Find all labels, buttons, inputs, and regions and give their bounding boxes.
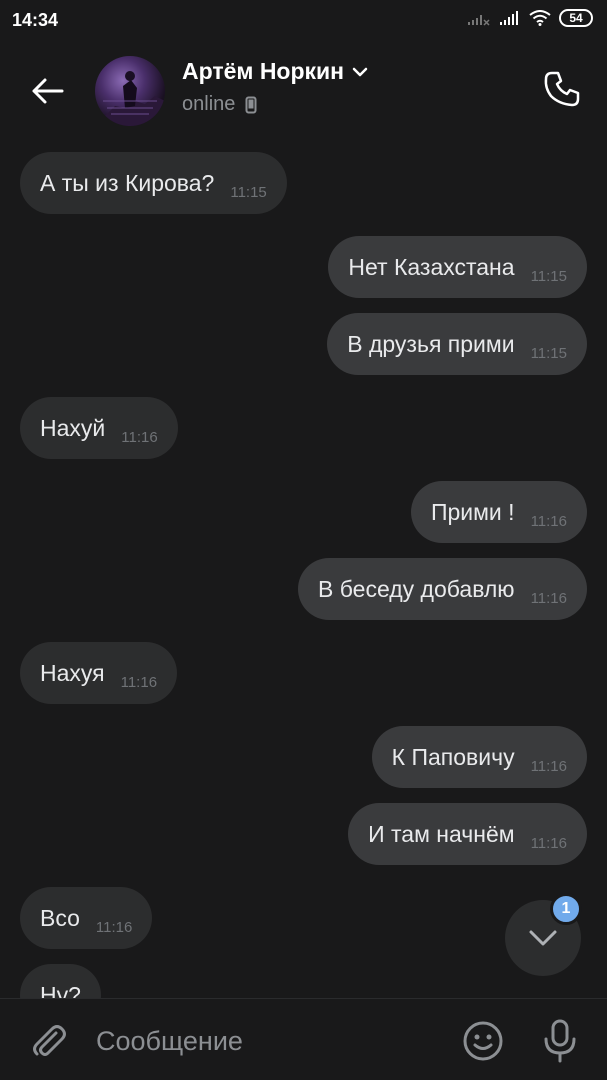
message-text: И там начнём xyxy=(368,820,515,847)
message-text: В беседу добавлю xyxy=(318,575,515,602)
back-arrow-icon xyxy=(32,78,64,104)
message-text: В друзья прими xyxy=(347,330,515,357)
call-button[interactable] xyxy=(539,66,585,112)
message-text: А ты из Кирова? xyxy=(40,169,215,196)
message-time: 11:16 xyxy=(530,589,567,607)
contact-name: Артём Норкин xyxy=(182,58,345,84)
wifi-icon xyxy=(529,10,551,26)
message-time: 11:16 xyxy=(121,428,158,446)
message-time: 11:16 xyxy=(530,834,567,852)
attach-button[interactable] xyxy=(26,1019,70,1063)
message-text: Нахуй xyxy=(40,414,106,441)
message-bubble[interactable]: Нет Казахстана 11:15 xyxy=(328,236,587,298)
message-composer xyxy=(0,998,607,1080)
mobile-device-icon xyxy=(245,96,257,113)
chevron-down-icon xyxy=(352,67,368,76)
contact-status-row: online xyxy=(182,93,257,116)
signal-off-icon xyxy=(468,15,490,26)
unread-badge: 1 xyxy=(550,893,582,925)
avatar[interactable] xyxy=(95,56,165,126)
chat-header: Артём Норкин online xyxy=(0,40,607,140)
paperclip-icon xyxy=(33,1025,66,1056)
message-time: 11:15 xyxy=(530,344,567,362)
phone-icon xyxy=(544,71,580,107)
microphone-icon xyxy=(544,1019,576,1063)
message-bubble[interactable]: В беседу добавлю 11:16 xyxy=(298,558,587,620)
back-button[interactable] xyxy=(24,68,70,114)
message-bubble[interactable]: В друзья прими 11:15 xyxy=(327,313,587,375)
message-bubble[interactable]: А ты из Кирова? 11:15 xyxy=(20,152,287,214)
message-text: Нет Казахстана xyxy=(348,253,515,280)
message-text: Ну? xyxy=(40,982,81,998)
message-time: 11:16 xyxy=(95,918,133,936)
chevron-down-icon xyxy=(529,930,557,946)
message-text: К Паповичу xyxy=(391,743,515,770)
avatar-image xyxy=(95,71,165,126)
message-bubble[interactable]: Прими ! 11:16 xyxy=(410,481,587,543)
contact-name-button[interactable]: Артём Норкин xyxy=(182,58,368,85)
message-bubble[interactable]: Всо 11:16 xyxy=(20,887,153,949)
message-time: 11:15 xyxy=(230,183,267,201)
emoji-button[interactable] xyxy=(460,1018,506,1064)
message-bubble[interactable]: И там начнём 11:16 xyxy=(348,803,587,865)
status-icons: 54 xyxy=(467,9,593,27)
message-bubble[interactable]: Нахуй 11:16 xyxy=(20,397,178,459)
message-time: 11:15 xyxy=(530,267,567,285)
message-input[interactable] xyxy=(96,1021,436,1061)
contact-status: online xyxy=(182,93,236,115)
battery-indicator: 54 xyxy=(559,9,593,27)
message-text: Нахуя xyxy=(40,659,105,686)
smiley-icon xyxy=(463,1021,503,1061)
message-bubble[interactable]: Нахуя 11:16 xyxy=(20,642,178,704)
status-time: 14:34 xyxy=(12,10,59,30)
message-time: 11:16 xyxy=(530,512,567,530)
message-time: 11:16 xyxy=(530,757,567,775)
status-bar: 14:34 54 xyxy=(0,0,607,40)
message-bubble[interactable]: К Паповичу 11:16 xyxy=(371,726,587,788)
message-list[interactable]: А ты из Кирова? 11:15 Нет Казахстана 11:… xyxy=(0,140,607,998)
microphone-button[interactable] xyxy=(538,1017,582,1065)
signal-icon xyxy=(500,11,518,25)
message-text: Прими ! xyxy=(430,498,515,525)
message-text: Всо xyxy=(40,904,80,931)
message-time: 11:16 xyxy=(120,673,158,691)
message-bubble[interactable]: Ну? xyxy=(20,964,101,998)
